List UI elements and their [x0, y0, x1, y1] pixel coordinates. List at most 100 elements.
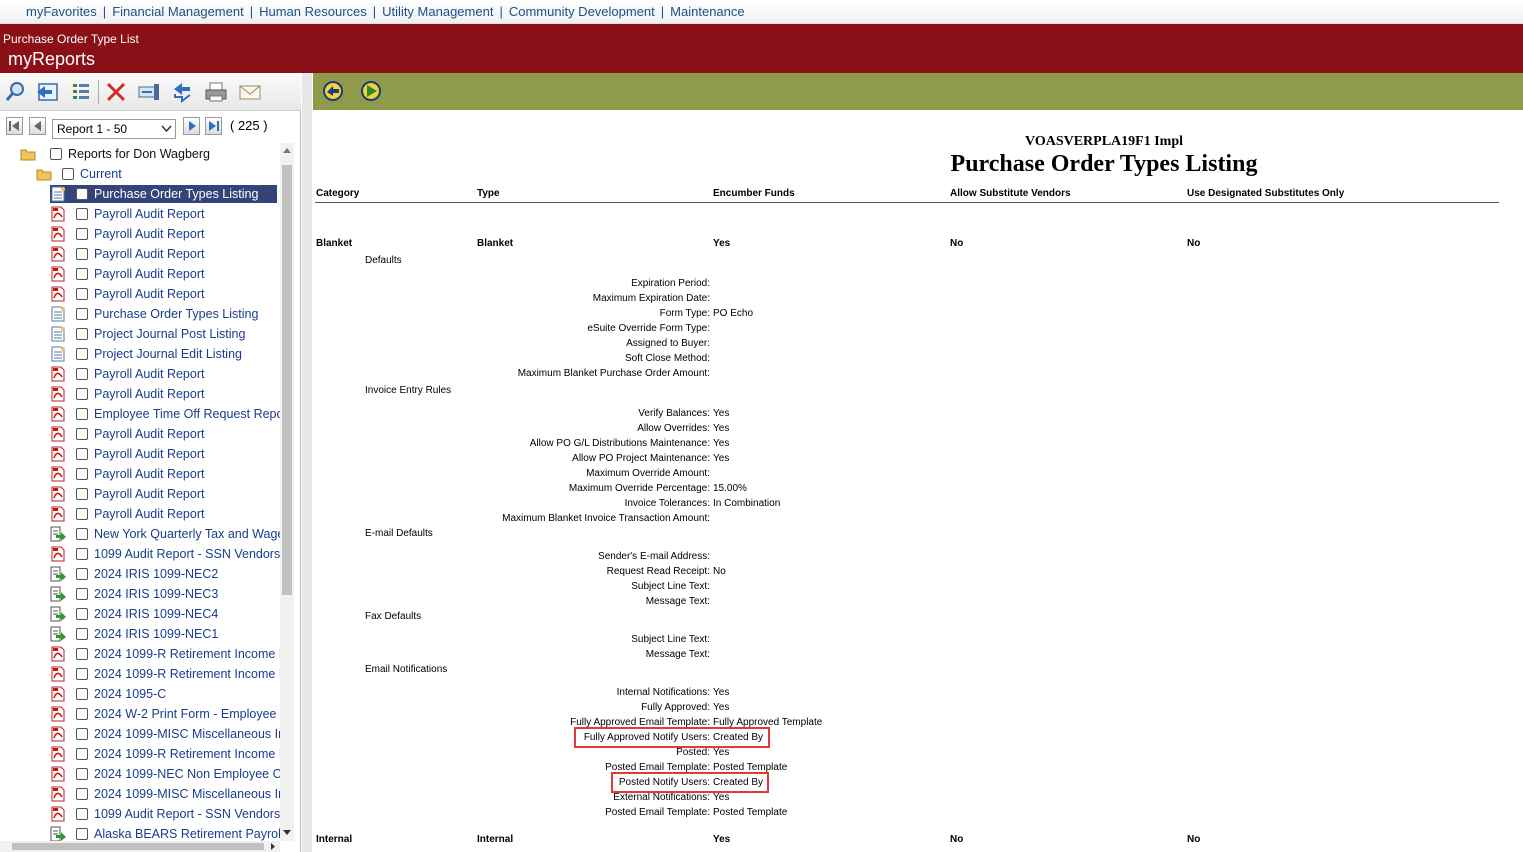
refresh-icon[interactable] — [170, 80, 194, 104]
list-item[interactable]: Purchase Order Types Listing — [50, 305, 277, 323]
checkbox[interactable] — [76, 188, 88, 200]
checkbox[interactable] — [76, 428, 88, 440]
run-report-icon[interactable] — [359, 79, 383, 103]
list-item[interactable]: Payroll Audit Report — [50, 485, 277, 503]
nav-utility-management[interactable]: Utility Management — [382, 4, 493, 19]
nav-maintenance[interactable]: Maintenance — [670, 4, 744, 19]
list-item-label: 1099 Audit Report - SSN Vendors I — [94, 547, 280, 561]
list-item[interactable]: 1099 Audit Report - SSN Vendors I — [50, 805, 280, 823]
list-item[interactable]: Payroll Audit Report — [50, 225, 277, 243]
nav-financial-management[interactable]: Financial Management — [112, 4, 244, 19]
checkbox[interactable] — [76, 768, 88, 780]
checkbox[interactable] — [76, 488, 88, 500]
checkbox[interactable] — [50, 148, 62, 160]
checkbox[interactable] — [76, 748, 88, 760]
checkbox[interactable] — [76, 288, 88, 300]
delete-icon[interactable] — [104, 80, 128, 104]
list-item[interactable]: 1099 Audit Report - SSN Vendors I — [50, 545, 280, 563]
scroll-right-icon[interactable] — [268, 841, 278, 852]
scroll-down-icon[interactable] — [280, 827, 294, 839]
list-item[interactable]: Payroll Audit Report — [50, 425, 277, 443]
report-range-select[interactable]: Report 1 - 50 — [52, 119, 176, 139]
list-item[interactable]: 2024 1099-R Retirement Income B — [50, 745, 280, 763]
list-item[interactable]: 2024 1099-R Retirement Income B — [50, 665, 280, 683]
list-item[interactable]: Payroll Audit Report — [50, 365, 277, 383]
checkbox[interactable] — [76, 728, 88, 740]
list-item[interactable]: Payroll Audit Report — [50, 465, 277, 483]
list-item[interactable]: Payroll Audit Report — [50, 385, 277, 403]
list-item[interactable]: 2024 IRIS 1099-NEC2 — [50, 565, 277, 583]
checkbox[interactable] — [76, 568, 88, 580]
list-item[interactable]: Purchase Order Types Listing — [50, 185, 277, 203]
checkbox[interactable] — [76, 328, 88, 340]
search-icon[interactable] — [3, 80, 27, 104]
list-item[interactable]: Payroll Audit Report — [50, 445, 277, 463]
scrollbar-thumb[interactable] — [12, 843, 264, 850]
checkbox[interactable] — [76, 588, 88, 600]
export-report-icon[interactable] — [321, 79, 345, 103]
checkbox[interactable] — [62, 168, 74, 180]
scroll-up-icon[interactable] — [280, 145, 294, 157]
nav-myfavorites[interactable]: myFavorites — [26, 4, 97, 19]
list-item[interactable]: 2024 1099-R Retirement Income B — [50, 645, 280, 663]
print-icon[interactable] — [204, 80, 228, 104]
checkbox[interactable] — [76, 228, 88, 240]
panel-splitter[interactable] — [302, 73, 312, 852]
checkbox[interactable] — [76, 828, 88, 840]
list-item[interactable]: 2024 1095-C — [50, 685, 277, 703]
checkbox[interactable] — [76, 368, 88, 380]
checkbox[interactable] — [76, 268, 88, 280]
list-item[interactable]: Payroll Audit Report — [50, 505, 277, 523]
list-item[interactable]: Project Journal Post Listing — [50, 325, 277, 343]
list-item[interactable]: Employee Time Off Request Repor — [50, 405, 280, 423]
checkbox[interactable] — [76, 688, 88, 700]
checkbox[interactable] — [76, 788, 88, 800]
list-item[interactable]: 2024 1099-MISC Miscellaneous Inc — [50, 725, 280, 743]
checkbox[interactable] — [76, 208, 88, 220]
list-item[interactable]: New York Quarterly Tax and Wage — [50, 525, 280, 543]
checkbox[interactable] — [76, 628, 88, 640]
last-page-button[interactable] — [205, 117, 222, 135]
back-icon[interactable] — [35, 80, 59, 104]
checkbox[interactable] — [76, 648, 88, 660]
next-page-button[interactable] — [183, 117, 200, 135]
tree-horizontal-scrollbar[interactable] — [0, 841, 280, 852]
scrollbar-thumb[interactable] — [282, 165, 292, 595]
nav-community-development[interactable]: Community Development — [509, 4, 655, 19]
list-item[interactable]: 2024 1099-MISC Miscellaneous Inc — [50, 785, 280, 803]
list-item[interactable]: 2024 IRIS 1099-NEC1 — [50, 625, 277, 643]
checkbox[interactable] — [76, 308, 88, 320]
tree-vertical-scrollbar[interactable] — [280, 143, 294, 841]
checkbox[interactable] — [76, 548, 88, 560]
list-item[interactable]: Payroll Audit Report — [50, 265, 277, 283]
checkbox[interactable] — [76, 388, 88, 400]
list-item[interactable]: 2024 W-2 Print Form - Employee — [50, 705, 277, 723]
checkbox[interactable] — [76, 708, 88, 720]
list-item[interactable]: 2024 1099-NEC Non Employee Co — [50, 765, 280, 783]
checkbox[interactable] — [76, 808, 88, 820]
first-page-button[interactable] — [6, 117, 23, 135]
checkbox[interactable] — [76, 668, 88, 680]
previous-page-button[interactable] — [29, 117, 46, 135]
list-item[interactable]: Payroll Audit Report — [50, 205, 277, 223]
export-to-icon[interactable] — [137, 80, 161, 104]
list-item[interactable]: Payroll Audit Report — [50, 285, 277, 303]
checkbox[interactable] — [76, 468, 88, 480]
tree-root[interactable]: Reports for Don Wagberg — [20, 145, 210, 163]
list-item[interactable]: 2024 IRIS 1099-NEC4 — [50, 605, 277, 623]
checkbox[interactable] — [76, 528, 88, 540]
checkbox[interactable] — [76, 448, 88, 460]
list-item[interactable]: Payroll Audit Report — [50, 245, 277, 263]
checkbox[interactable] — [76, 408, 88, 420]
checkbox[interactable] — [76, 608, 88, 620]
nav-human-resources[interactable]: Human Resources — [259, 4, 367, 19]
checkbox[interactable] — [76, 248, 88, 260]
list-item[interactable]: 2024 IRIS 1099-NEC3 — [50, 585, 277, 603]
checkbox[interactable] — [76, 348, 88, 360]
email-icon[interactable] — [238, 80, 262, 104]
last-page-icon — [209, 121, 219, 131]
list-item[interactable]: Project Journal Edit Listing — [50, 345, 277, 363]
list-view-icon[interactable] — [69, 80, 93, 104]
tree-folder-current[interactable]: Current — [36, 165, 122, 183]
checkbox[interactable] — [76, 508, 88, 520]
